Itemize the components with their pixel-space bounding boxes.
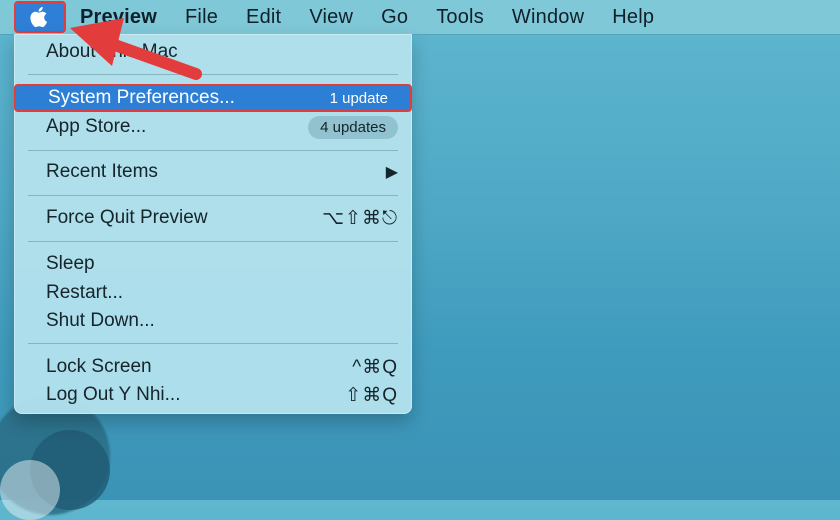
wallpaper-cloud-shape	[0, 460, 60, 520]
menu-item-label: Sleep	[46, 253, 95, 274]
menu-bar: Preview File Edit View Go Tools Window H…	[0, 0, 840, 34]
menu-go[interactable]: Go	[381, 6, 408, 29]
menu-item-recent-items[interactable]: Recent Items ▶	[14, 158, 412, 186]
menu-help[interactable]: Help	[612, 6, 654, 29]
menu-item-sleep[interactable]: Sleep	[14, 250, 412, 278]
apple-menu-button[interactable]	[14, 1, 66, 33]
menu-item-shut-down[interactable]: Shut Down...	[14, 307, 412, 335]
menu-window[interactable]: Window	[512, 6, 584, 29]
menu-separator	[28, 150, 398, 151]
menu-item-log-out[interactable]: Log Out Y Nhi... ⇧⌘Q	[14, 381, 412, 409]
keyboard-shortcut: ^⌘Q	[352, 356, 398, 378]
menu-item-label: About This Mac	[46, 41, 178, 62]
menu-app-preview[interactable]: Preview	[80, 6, 157, 29]
menu-item-label: Restart...	[46, 282, 124, 303]
menu-file[interactable]: File	[185, 6, 218, 29]
keyboard-shortcut: ⇧⌘Q	[345, 384, 398, 406]
menu-item-force-quit[interactable]: Force Quit Preview ⌥⇧⌘⎋	[14, 204, 412, 232]
apple-menu-dropdown: About This Mac System Preferences... 1 u…	[14, 34, 412, 414]
menu-item-label: App Store...	[46, 116, 147, 137]
menu-item-label: Shut Down...	[46, 310, 155, 331]
menu-separator	[28, 241, 398, 242]
menu-item-label: System Preferences...	[48, 87, 235, 108]
menu-view[interactable]: View	[309, 6, 353, 29]
menu-item-label: Force Quit Preview	[46, 207, 208, 228]
update-badge: 1 update	[329, 89, 388, 107]
keyboard-shortcut: ⌥⇧⌘⎋	[322, 207, 398, 229]
menu-item-label: Log Out Y Nhi...	[46, 384, 181, 405]
menu-separator	[28, 343, 398, 344]
submenu-arrow-icon: ▶	[385, 164, 398, 181]
menu-separator	[28, 195, 398, 196]
apple-logo-icon	[30, 6, 47, 28]
menu-separator	[28, 74, 398, 75]
menu-item-app-store[interactable]: App Store... 4 updates	[14, 113, 412, 141]
menu-item-about-this-mac[interactable]: About This Mac	[14, 38, 412, 66]
menu-tools[interactable]: Tools	[436, 6, 484, 29]
menu-item-label: Lock Screen	[46, 356, 152, 377]
menu-edit[interactable]: Edit	[246, 6, 281, 29]
menu-item-label: Recent Items	[46, 161, 158, 182]
menu-item-lock-screen[interactable]: Lock Screen ^⌘Q	[14, 353, 412, 381]
menu-item-system-preferences[interactable]: System Preferences... 1 update	[14, 84, 412, 112]
update-badge: 4 updates	[308, 115, 398, 139]
menu-item-restart[interactable]: Restart...	[14, 279, 412, 307]
